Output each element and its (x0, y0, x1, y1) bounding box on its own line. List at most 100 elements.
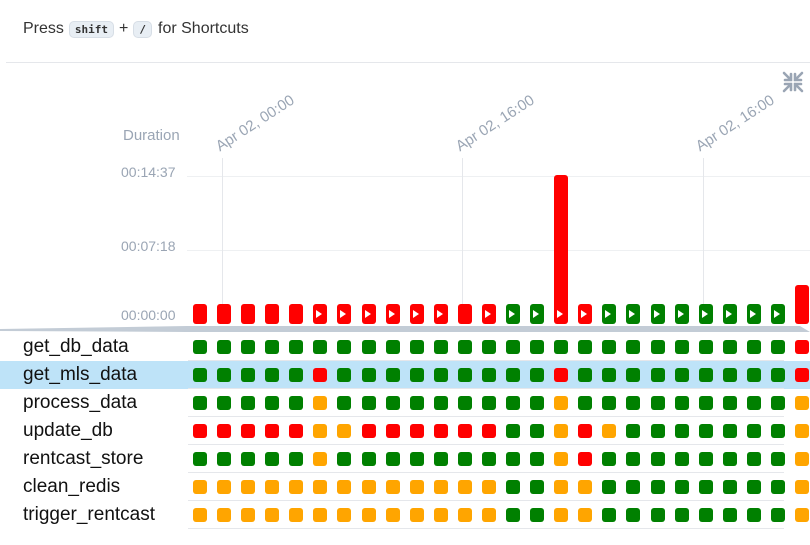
task-instance-cell[interactable] (674, 340, 689, 354)
task-instance-cell[interactable] (385, 424, 400, 438)
task-instance-cell[interactable] (698, 396, 713, 410)
task-instance-cell[interactable] (626, 424, 641, 438)
task-instance-cell[interactable] (578, 340, 593, 354)
task-instance-cell[interactable] (217, 368, 232, 382)
task-instance-cell[interactable] (722, 340, 737, 354)
task-instance-cell[interactable] (698, 508, 713, 522)
task-instance-cell[interactable] (361, 480, 376, 494)
task-instance-cell[interactable] (193, 480, 207, 494)
task-instance-cell[interactable] (265, 368, 280, 382)
task-instance-cell[interactable] (385, 396, 400, 410)
task-instance-cell[interactable] (722, 508, 737, 522)
run-duration-bar[interactable] (457, 304, 472, 324)
run-duration-bar[interactable] (554, 175, 569, 324)
task-name[interactable]: rentcast_store (23, 448, 143, 470)
task-instance-cell[interactable] (481, 368, 496, 382)
task-instance-cell[interactable] (554, 452, 569, 466)
task-instance-cell[interactable] (265, 480, 280, 494)
task-instance-cell[interactable] (289, 452, 304, 466)
task-instance-cell[interactable] (698, 340, 713, 354)
task-instance-cell[interactable] (193, 452, 207, 466)
task-instance-cell[interactable] (457, 480, 472, 494)
task-instance-cell[interactable] (433, 452, 448, 466)
task-instance-cell[interactable] (602, 508, 617, 522)
task-instance-cell[interactable] (795, 508, 809, 522)
task-instance-cell[interactable] (530, 340, 545, 354)
task-instance-cell[interactable] (530, 480, 545, 494)
task-instance-cell[interactable] (457, 452, 472, 466)
task-instance-cell[interactable] (650, 452, 665, 466)
task-instance-cell[interactable] (530, 368, 545, 382)
run-duration-bar[interactable] (481, 304, 496, 324)
task-instance-cell[interactable] (722, 480, 737, 494)
task-instance-cell[interactable] (650, 480, 665, 494)
run-duration-bar[interactable] (626, 304, 641, 324)
task-instance-cell[interactable] (506, 508, 521, 522)
task-instance-cell[interactable] (481, 480, 496, 494)
task-instance-cell[interactable] (481, 396, 496, 410)
task-instance-cell[interactable] (506, 424, 521, 438)
task-instance-cell[interactable] (578, 452, 593, 466)
task-instance-cell[interactable] (361, 340, 376, 354)
task-instance-cell[interactable] (770, 508, 785, 522)
run-duration-bar[interactable] (530, 304, 545, 324)
run-duration-bar[interactable] (193, 304, 207, 324)
task-instance-cell[interactable] (241, 452, 256, 466)
task-instance-cell[interactable] (241, 340, 256, 354)
task-instance-cell[interactable] (746, 452, 761, 466)
task-instance-cell[interactable] (289, 340, 304, 354)
task-instance-cell[interactable] (530, 508, 545, 522)
task-instance-cell[interactable] (193, 340, 207, 354)
run-duration-bar[interactable] (433, 304, 448, 324)
collapse-arrows-icon[interactable] (780, 69, 806, 95)
task-instance-cell[interactable] (578, 508, 593, 522)
task-instance-cell[interactable] (361, 396, 376, 410)
task-instance-cell[interactable] (554, 508, 569, 522)
task-instance-cell[interactable] (674, 424, 689, 438)
task-instance-cell[interactable] (313, 368, 328, 382)
task-instance-cell[interactable] (698, 368, 713, 382)
task-instance-cell[interactable] (602, 452, 617, 466)
task-instance-cell[interactable] (265, 424, 280, 438)
task-instance-cell[interactable] (457, 424, 472, 438)
task-instance-cell[interactable] (193, 396, 207, 410)
task-instance-cell[interactable] (554, 340, 569, 354)
run-duration-bar[interactable] (746, 304, 761, 324)
task-instance-cell[interactable] (217, 480, 232, 494)
task-instance-cell[interactable] (337, 480, 352, 494)
task-instance-cell[interactable] (409, 396, 424, 410)
task-instance-cell[interactable] (193, 424, 207, 438)
task-instance-cell[interactable] (795, 424, 809, 438)
task-instance-cell[interactable] (530, 424, 545, 438)
task-instance-cell[interactable] (746, 424, 761, 438)
task-instance-cell[interactable] (289, 424, 304, 438)
task-instance-cell[interactable] (265, 340, 280, 354)
task-instance-cell[interactable] (265, 396, 280, 410)
task-row[interactable]: get_mls_data (0, 361, 810, 389)
run-duration-bar[interactable] (265, 304, 280, 324)
task-instance-cell[interactable] (241, 424, 256, 438)
task-instance-cell[interactable] (241, 368, 256, 382)
task-instance-cell[interactable] (746, 396, 761, 410)
task-instance-cell[interactable] (409, 508, 424, 522)
task-instance-cell[interactable] (746, 480, 761, 494)
task-instance-cell[interactable] (674, 396, 689, 410)
run-duration-bar[interactable] (506, 304, 521, 324)
task-instance-cell[interactable] (578, 396, 593, 410)
task-instance-cell[interactable] (313, 480, 328, 494)
task-instance-cell[interactable] (698, 424, 713, 438)
task-instance-cell[interactable] (578, 480, 593, 494)
task-instance-cell[interactable] (650, 340, 665, 354)
task-instance-cell[interactable] (674, 452, 689, 466)
task-instance-cell[interactable] (361, 368, 376, 382)
run-duration-bar[interactable] (313, 304, 328, 324)
task-name[interactable]: clean_redis (23, 476, 120, 498)
run-duration-bar[interactable] (650, 304, 665, 324)
task-instance-cell[interactable] (506, 340, 521, 354)
task-instance-cell[interactable] (241, 508, 256, 522)
task-instance-cell[interactable] (289, 508, 304, 522)
task-instance-cell[interactable] (602, 424, 617, 438)
task-instance-cell[interactable] (433, 480, 448, 494)
task-row[interactable]: clean_redis (0, 473, 810, 501)
task-instance-cell[interactable] (337, 340, 352, 354)
